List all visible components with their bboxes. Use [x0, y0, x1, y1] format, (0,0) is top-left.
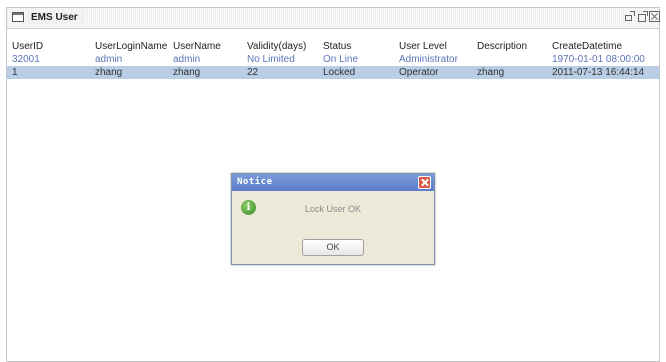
- cell-validity: No Limited: [247, 54, 295, 65]
- cell-userid: 32001: [12, 54, 40, 65]
- cell-createdatetime: 2011-07-13 16:44:14: [552, 67, 645, 78]
- column-header-description[interactable]: Description: [477, 40, 527, 53]
- minimize-icon[interactable]: [624, 11, 635, 22]
- column-header-userlevel[interactable]: User Level: [399, 40, 447, 53]
- cell-userlevel: Operator: [399, 67, 439, 78]
- window-titlebar[interactable]: EMS User: [7, 8, 660, 29]
- cell-status: Locked: [323, 67, 356, 78]
- cell-description: zhang: [477, 67, 505, 78]
- table-row[interactable]: 32001 admin admin No Limited On Line Adm…: [7, 53, 659, 66]
- column-header-createdatetime[interactable]: CreateDatetime: [552, 40, 622, 53]
- column-header-userid[interactable]: UserID: [12, 40, 43, 53]
- column-header-username[interactable]: UserName: [173, 40, 221, 53]
- dialog-close-icon[interactable]: [418, 176, 431, 189]
- window-icon: [12, 12, 24, 22]
- close-icon[interactable]: [649, 11, 660, 22]
- ok-button[interactable]: OK: [302, 239, 364, 256]
- column-header-userloginname[interactable]: UserLoginName: [95, 40, 167, 53]
- column-header-validity[interactable]: Validity(days): [247, 40, 306, 53]
- dialog-titlebar[interactable]: Notice: [232, 174, 434, 191]
- cell-createdatetime: 1970-01-01 08:00:00: [552, 54, 645, 65]
- cell-userloginname: zhang: [95, 67, 123, 78]
- cell-userlevel: Administrator: [399, 54, 458, 65]
- maximize-icon[interactable]: [637, 11, 648, 22]
- cell-userloginname: admin: [95, 54, 123, 65]
- table-row-selected[interactable]: 1 zhang zhang 22 Locked Operator zhang 2…: [7, 66, 659, 79]
- cell-username: zhang: [173, 67, 201, 78]
- cell-userid: 1: [12, 67, 18, 78]
- dialog-message: Lock User OK: [304, 204, 362, 214]
- cell-validity: 22: [247, 67, 259, 78]
- cell-username: admin: [173, 54, 201, 65]
- cell-status: On Line: [323, 54, 359, 65]
- dialog-title: Notice: [237, 177, 273, 187]
- column-header-status[interactable]: Status: [323, 40, 351, 53]
- table-header: UserID UserLoginName UserName Validity(d…: [7, 40, 659, 53]
- user-table: UserID UserLoginName UserName Validity(d…: [7, 40, 659, 79]
- notice-dialog: Notice i Lock User OK OK: [231, 173, 435, 265]
- window-title: EMS User: [28, 11, 83, 24]
